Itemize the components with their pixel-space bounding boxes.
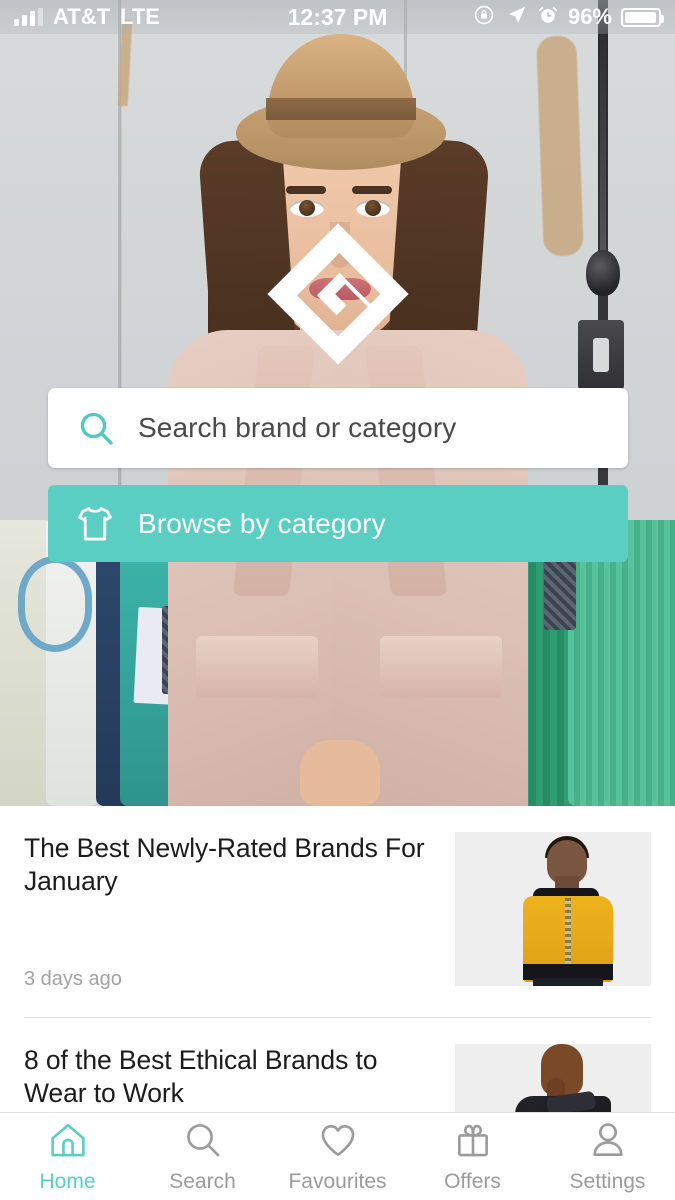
gift-icon [451,1119,495,1166]
tab-settings[interactable]: Settings [540,1113,675,1200]
search-bar[interactable]: Search brand or category [48,388,628,468]
eyebrow [352,186,392,194]
search-input-placeholder[interactable]: Search brand or category [138,412,456,444]
heart-icon [316,1119,360,1166]
article-title: 8 of the Best Ethical Brands to Wear to … [24,1045,378,1109]
tab-search[interactable]: Search [135,1113,270,1200]
iris [365,200,381,216]
battery-icon [621,7,664,27]
browse-by-category-label: Browse by category [138,507,386,539]
tab-favourites-label: Favourites [288,1170,387,1193]
tab-home[interactable]: Home [0,1113,135,1200]
article-row[interactable]: The Best Newly-Rated Brands For January … [0,806,675,991]
coat-cuff-right [380,636,502,698]
article-timestamp: 3 days ago [24,968,122,991]
tab-favourites[interactable]: Favourites [270,1113,405,1200]
home-icon [46,1119,90,1166]
search-icon [181,1119,225,1166]
status-bar: AT&T LTE 12:37 PM 96% [0,0,675,34]
hat-band [266,98,416,120]
tab-home-label: Home [39,1170,96,1193]
tab-offers[interactable]: Offers [405,1113,540,1200]
tab-settings-label: Settings [569,1170,646,1193]
eyebrow [286,186,326,194]
coat-cuff-left [196,636,318,698]
person-icon [586,1119,630,1166]
search-icon [76,408,116,448]
browse-by-category-button[interactable]: Browse by category [48,485,628,562]
app-screen: Search brand or category Browse by categ… [0,0,675,1200]
bottom-tab-bar[interactable]: Home Search Favourites Offers Settings [0,1112,675,1200]
thumb-model-trousers [533,978,603,986]
tab-offers-label: Offers [444,1170,501,1193]
thumb-jacket-zipper [565,898,571,972]
article-title: The Best Newly-Rated Brands For January [24,833,425,897]
hat-crown [268,34,414,138]
tab-search-label: Search [169,1170,236,1193]
iris [299,200,315,216]
hands [300,740,380,806]
article-text: The Best Newly-Rated Brands For January … [24,832,455,991]
tshirt-icon [74,503,116,545]
article-thumbnail-yellow-bomber-jacket[interactable] [455,832,651,986]
clock-label: 12:37 PM [287,3,388,30]
